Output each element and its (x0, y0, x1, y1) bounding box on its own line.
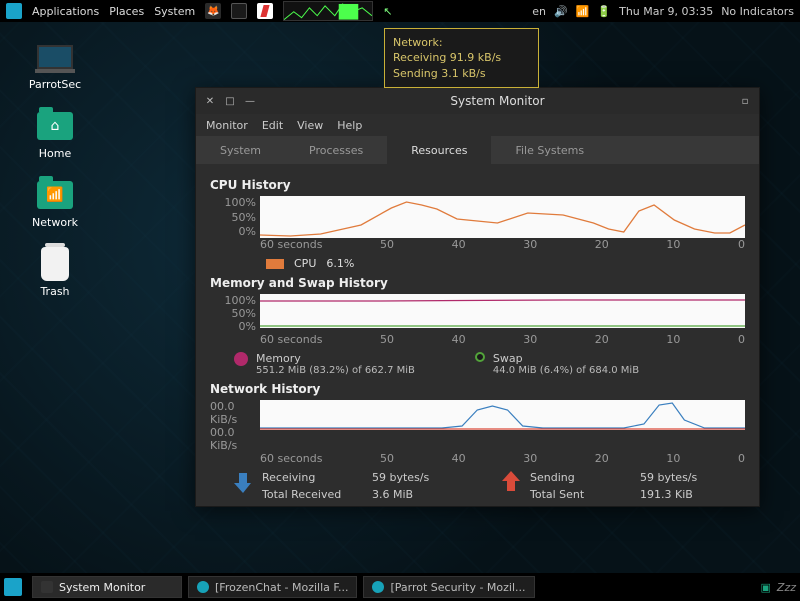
recv-label: Receiving (262, 471, 372, 484)
cpu-swatch (266, 259, 284, 269)
down-arrow-icon (234, 471, 252, 493)
menu-system[interactable]: System (154, 5, 195, 18)
send-rate: 59 bytes/s (640, 471, 720, 484)
task-sysmon-label: System Monitor (59, 581, 145, 594)
menu-monitor[interactable]: Monitor (206, 119, 248, 132)
task-frozenchat-label: [FrozenChat - Mozilla F... (215, 581, 348, 594)
tab-system[interactable]: System (196, 136, 285, 164)
menu-applications[interactable]: Applications (32, 5, 99, 18)
tooltip-title: Network: (393, 35, 530, 50)
menu-help[interactable]: Help (337, 119, 362, 132)
top-panel: Applications Places System 🦊 ↖ en 🔊 📶 🔋 … (0, 0, 800, 22)
tooltip-send: Sending 3.1 kB/s (393, 66, 530, 81)
net-xaxis: 60 seconds50403020100 (260, 452, 745, 465)
volume-icon[interactable]: 🔊 (554, 5, 568, 18)
document-icon[interactable] (257, 3, 273, 19)
home-icon[interactable]: ⌂ Home (10, 109, 100, 160)
send-label: Sending (530, 471, 640, 484)
task-parrot-security[interactable]: [Parrot Security - Mozil... (363, 576, 534, 598)
net-history-title: Network History (210, 382, 745, 396)
workspace-switcher-icon[interactable]: ▣ (761, 581, 771, 594)
lang-indicator[interactable]: en (532, 5, 546, 18)
net-yaxis: 00.0 KiB/s00.0 KiB/s (210, 400, 260, 452)
cpu-legend-value: 6.1% (326, 257, 354, 270)
titlebar[interactable]: ✕ □ — System Monitor ▫ (196, 88, 759, 114)
recv-total: 3.6 MiB (372, 488, 452, 501)
window-menu-icon[interactable]: ▫ (739, 95, 751, 107)
task-parrot-label: [Parrot Security - Mozil... (390, 581, 525, 594)
mem-chart (260, 294, 745, 328)
memory-label: Memory (256, 352, 415, 365)
cpu-chart (260, 196, 745, 238)
cpu-xaxis: 60 seconds50403020100 (260, 238, 745, 251)
bottom-panel: System Monitor [FrozenChat - Mozilla F..… (0, 573, 800, 601)
task-frozenchat[interactable]: [FrozenChat - Mozilla F... (188, 576, 357, 598)
send-total: 191.3 KiB (640, 488, 720, 501)
home-label: Home (39, 147, 71, 160)
mem-yaxis: 100%50%0% (210, 294, 260, 333)
network-tray-icon[interactable]: 📶 (576, 5, 590, 18)
swap-dot-icon (475, 352, 485, 362)
cpu-yaxis: 100%50%0% (210, 196, 260, 238)
firefox-icon[interactable]: 🦊 (205, 3, 221, 19)
swap-label: Swap (493, 352, 639, 365)
memory-value: 551.2 MiB (83.2%) of 662.7 MiB (256, 365, 415, 376)
network-tooltip: Network: Receiving 91.9 kB/s Sending 3.1… (384, 28, 539, 88)
menu-places[interactable]: Places (109, 5, 144, 18)
sleep-indicator[interactable]: Zzz (777, 581, 796, 594)
no-indicators-label: No Indicators (721, 5, 794, 18)
memory-dot-icon (234, 352, 248, 366)
minimize-icon[interactable]: — (244, 95, 256, 107)
cpu-history-title: CPU History (210, 178, 745, 192)
start-menu-icon[interactable] (6, 3, 22, 19)
network-label: Network (32, 216, 78, 229)
menubar: Monitor Edit View Help (196, 114, 759, 136)
window-title: System Monitor (264, 94, 731, 108)
desktop-icons: ParrotSec ⌂ Home 📶 Network Trash (10, 40, 100, 316)
mem-xaxis: 60 seconds50403020100 (260, 333, 745, 346)
tab-file-systems[interactable]: File Systems (491, 136, 608, 164)
tab-resources[interactable]: Resources (387, 136, 491, 164)
send-total-label: Total Sent (530, 488, 640, 501)
task-parrot-icon (372, 581, 384, 593)
system-monitor-window: ✕ □ — System Monitor ▫ Monitor Edit View… (195, 87, 760, 507)
recv-total-label: Total Received (262, 488, 372, 501)
close-icon[interactable]: ✕ (204, 95, 216, 107)
task-system-monitor[interactable]: System Monitor (32, 576, 182, 598)
bottom-start-icon[interactable] (4, 578, 22, 596)
swap-value: 44.0 MiB (6.4%) of 684.0 MiB (493, 365, 639, 376)
task-frozenchat-icon (197, 581, 209, 593)
maximize-icon[interactable]: □ (224, 95, 236, 107)
tabs: System Processes Resources File Systems (196, 136, 759, 164)
terminal-icon[interactable] (231, 3, 247, 19)
trash-icon[interactable]: Trash (10, 247, 100, 298)
trash-label: Trash (40, 285, 69, 298)
cpu-legend-label: CPU (294, 257, 316, 270)
parrotsec-icon[interactable]: ParrotSec (10, 40, 100, 91)
menu-edit[interactable]: Edit (262, 119, 283, 132)
panel-cpu-graph[interactable] (283, 1, 373, 21)
battery-icon[interactable]: 🔋 (597, 5, 611, 18)
up-arrow-icon (502, 471, 520, 493)
tab-processes[interactable]: Processes (285, 136, 387, 164)
network-icon[interactable]: 📶 Network (10, 178, 100, 229)
net-chart (260, 400, 745, 430)
clock[interactable]: Thu Mar 9, 03:35 (619, 5, 713, 18)
parrotsec-label: ParrotSec (29, 78, 81, 91)
menu-view[interactable]: View (297, 119, 323, 132)
mem-history-title: Memory and Swap History (210, 276, 745, 290)
cursor-icon: ↖ (383, 5, 392, 18)
recv-rate: 59 bytes/s (372, 471, 452, 484)
tooltip-recv: Receiving 91.9 kB/s (393, 50, 530, 65)
task-sysmon-icon (41, 581, 53, 593)
